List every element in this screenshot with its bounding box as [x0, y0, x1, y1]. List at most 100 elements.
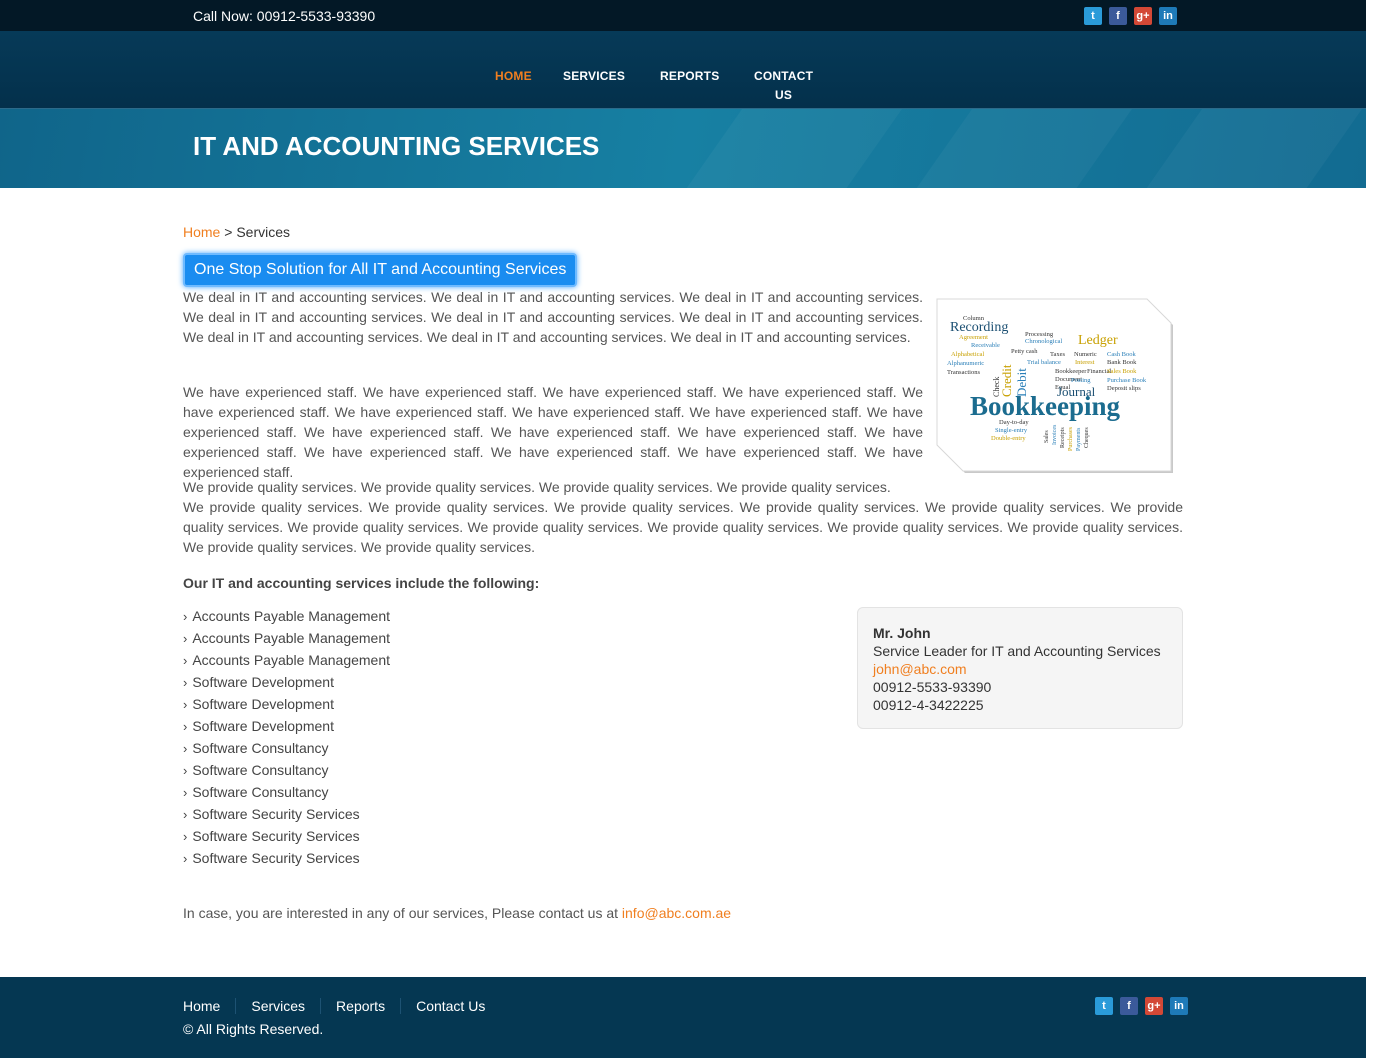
arrow-icon: ›	[183, 609, 188, 624]
service-label: Accounts Payable Management	[192, 652, 391, 668]
wc-word: Sales Book	[1107, 368, 1137, 375]
facebook-icon[interactable]: f	[1120, 997, 1138, 1015]
wc-word: Processing	[1025, 331, 1054, 338]
wc-word: Bookkeeper	[1055, 368, 1087, 375]
breadcrumb-home-link[interactable]: Home	[183, 224, 220, 240]
service-item: › Software Security Services	[183, 803, 390, 825]
service-label: Software Consultancy	[192, 762, 329, 778]
service-label: Software Security Services	[192, 828, 360, 844]
arrow-icon: ›	[183, 719, 188, 734]
nav-contact-line1: CONTACT	[754, 69, 814, 83]
arrow-icon: ›	[183, 697, 188, 712]
wc-word: Transactions	[947, 369, 980, 376]
arrow-icon: ›	[183, 763, 188, 778]
wc-word: Alphanumeric	[947, 360, 984, 367]
nav-services[interactable]: SERVICES	[563, 67, 625, 86]
arrow-icon: ›	[183, 807, 188, 822]
arrow-icon: ›	[183, 631, 188, 646]
breadcrumb-current: Services	[236, 224, 291, 240]
wc-word: Bank Book	[1107, 359, 1137, 366]
page-title: IT AND ACCOUNTING SERVICES	[193, 131, 600, 161]
service-label: Software Consultancy	[192, 740, 329, 756]
wc-word: Invoices	[1052, 424, 1058, 445]
leader-email-link[interactable]: john@abc.com	[873, 660, 1167, 678]
copyright-text: © All Rights Reserved.	[183, 1021, 324, 1037]
service-label: Accounts Payable Management	[192, 630, 391, 646]
arrow-icon: ›	[183, 785, 188, 800]
service-label: Accounts Payable Management	[192, 608, 391, 624]
footer-social-icons: t f g+ in	[1095, 997, 1188, 1015]
service-leader-card: Mr. John Service Leader for IT and Accou…	[857, 607, 1183, 729]
wc-word: Agreement	[959, 334, 988, 341]
staff-paragraph: We have experienced staff. We have exper…	[183, 384, 923, 480]
contact-line: In case, you are interested in any of ou…	[183, 905, 731, 921]
wc-word: Bookkeeping	[970, 391, 1121, 421]
service-item: › Software Development	[183, 671, 390, 693]
google-plus-icon[interactable]: g+	[1134, 7, 1152, 25]
linkedin-icon[interactable]: in	[1159, 7, 1177, 25]
facebook-icon[interactable]: f	[1109, 7, 1127, 25]
services-list: › Accounts Payable Management › Accounts P…	[183, 605, 390, 869]
service-item: › Software Development	[183, 693, 390, 715]
footer-link-services[interactable]: Services	[235, 998, 320, 1014]
nav-contact-us[interactable]: CONTACT US	[754, 67, 813, 105]
wc-word: Cash Book	[1107, 351, 1136, 358]
twitter-icon[interactable]: t	[1084, 7, 1102, 25]
wc-word: Recording	[950, 320, 1008, 335]
wc-word: Petty cash	[1011, 348, 1038, 355]
service-label: Software Development	[192, 718, 334, 734]
section-heading: One Stop Solution for All IT and Account…	[183, 253, 577, 287]
service-item: › Software Security Services	[183, 847, 390, 869]
arrow-icon: ›	[183, 675, 188, 690]
service-label: Software Consultancy	[192, 784, 329, 800]
nav-reports[interactable]: REPORTS	[660, 67, 719, 86]
footer-link-home[interactable]: Home	[183, 998, 235, 1014]
twitter-icon[interactable]: t	[1095, 997, 1113, 1015]
wc-word: Payments	[1076, 427, 1082, 451]
quality-paragraph-line: We provide quality services. We provide …	[183, 479, 891, 495]
service-label: Software Development	[192, 696, 334, 712]
top-bar: Call Now: 00912-5533-93390 t f g+ in	[0, 0, 1366, 31]
service-label: Software Development	[192, 674, 334, 690]
arrow-icon: ›	[183, 741, 188, 756]
footer-link-contact[interactable]: Contact Us	[400, 998, 500, 1014]
footer-links: Home Services Reports Contact Us	[183, 998, 500, 1014]
main-navbar: HOME SERVICES REPORTS CONTACT US	[0, 31, 1366, 109]
bookkeeping-wordcloud-image: Column Recording Agreement Receivable Pr…	[936, 298, 1173, 473]
nav-home[interactable]: HOME	[495, 67, 532, 86]
google-plus-icon[interactable]: g+	[1145, 997, 1163, 1015]
wc-word: Purchases	[1068, 426, 1074, 451]
service-item: › Software Consultancy	[183, 781, 390, 803]
contact-email-link[interactable]: info@abc.com.ae	[622, 905, 731, 921]
arrow-icon: ›	[183, 653, 188, 668]
linkedin-icon[interactable]: in	[1170, 997, 1188, 1015]
leader-role: Service Leader for IT and Accounting Ser…	[873, 643, 1161, 659]
wc-word: Sales	[1044, 430, 1050, 443]
footer-link-reports[interactable]: Reports	[320, 998, 400, 1014]
intro-paragraph: We deal in IT and accounting services. W…	[183, 289, 923, 345]
footer: Home Services Reports Contact Us © All R…	[0, 977, 1366, 1058]
service-label: Software Security Services	[192, 806, 360, 822]
wc-word: Receipts	[1060, 427, 1066, 448]
wc-word: Ledger	[1078, 333, 1118, 348]
service-item: › Software Security Services	[183, 825, 390, 847]
wc-word: Single-entry	[995, 427, 1028, 434]
wc-word: Numeric	[1074, 351, 1097, 358]
service-item: › Accounts Payable Management	[183, 649, 390, 671]
wc-word: Double-entry	[991, 435, 1026, 442]
service-item: › Accounts Payable Management	[183, 605, 390, 627]
service-label: Software Security Services	[192, 850, 360, 866]
wc-word: Trial balance	[1027, 359, 1061, 366]
page-banner: IT AND ACCOUNTING SERVICES	[0, 109, 1366, 188]
wc-word: Taxes	[1050, 351, 1066, 358]
leader-phone-2: 00912-4-3422225	[873, 697, 984, 713]
service-item: › Software Consultancy	[183, 759, 390, 781]
contact-line-text: In case, you are interested in any of ou…	[183, 905, 622, 921]
breadcrumb: Home > Services	[183, 224, 290, 240]
services-list-heading: Our IT and accounting services include t…	[183, 575, 540, 591]
service-item: › Software Development	[183, 715, 390, 737]
quality-paragraph: We provide quality services. We provide …	[183, 499, 1183, 555]
breadcrumb-separator: >	[220, 224, 237, 240]
arrow-icon: ›	[183, 851, 188, 866]
wc-word: Interest	[1075, 359, 1095, 366]
